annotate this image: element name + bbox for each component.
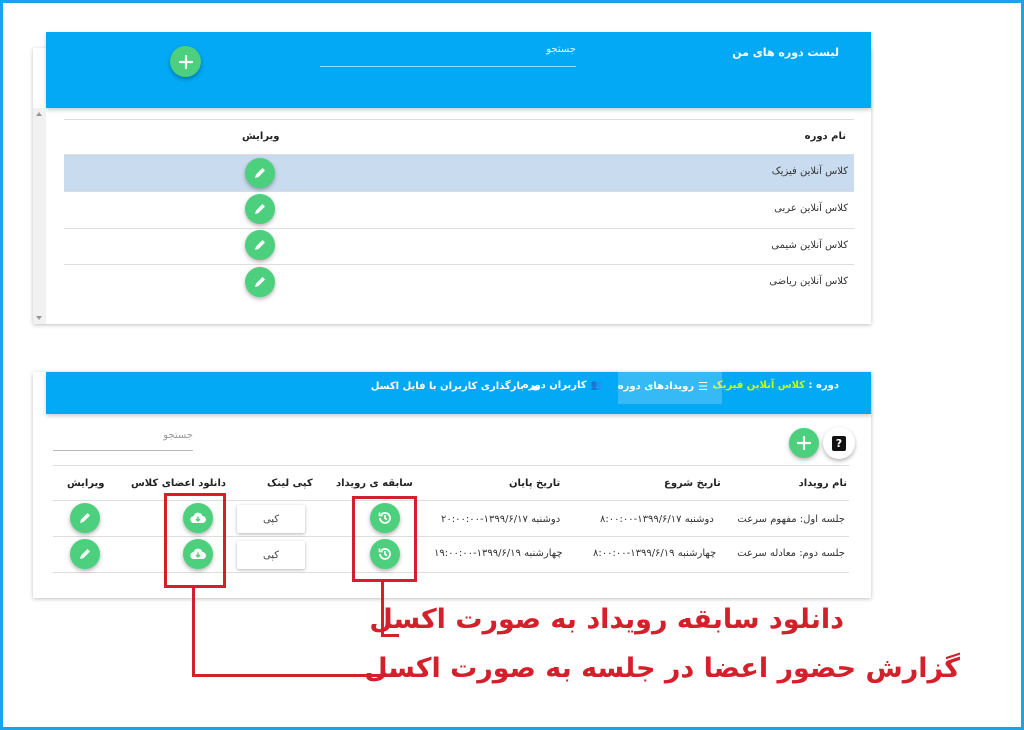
- people-icon: 👥: [590, 380, 603, 391]
- courses-panel: لیست دوره های من جستجو نام دوره ویرایش ک…: [33, 32, 871, 324]
- events-col-edit: ویرایش: [67, 478, 105, 489]
- event-name: جلسه اول: مفهوم سرعت: [737, 514, 845, 525]
- history-highlight-box: [352, 496, 417, 582]
- add-course-button[interactable]: [170, 46, 201, 77]
- edit-course-button[interactable]: [245, 158, 275, 188]
- course-row[interactable]: کلاس آنلاین شیمی: [64, 229, 854, 264]
- plus-icon: [178, 54, 193, 69]
- help-icon: ?: [832, 435, 846, 451]
- events-header-bar: دوره : کلاس آنلاین فیزیک ☰ رویدادهای دور…: [46, 368, 871, 414]
- add-event-button[interactable]: [789, 428, 819, 458]
- events-col-name: نام رویداد: [798, 478, 847, 489]
- course-label: دوره :: [808, 380, 840, 391]
- pencil-icon: [80, 513, 90, 523]
- events-col-end: تاریخ پایان: [509, 478, 561, 489]
- help-button[interactable]: ?: [823, 427, 855, 459]
- event-name: جلسه دوم: معادله سرعت: [737, 548, 845, 559]
- events-col-copy-link: کپی لینک: [267, 478, 313, 489]
- course-row[interactable]: کلاس آنلاین فیزیک: [64, 155, 854, 191]
- events-col-history: سابقه ی رویداد: [336, 478, 413, 489]
- cloud-icon: ☁: [528, 380, 539, 393]
- course-row[interactable]: کلاس آنلاین عربی: [64, 192, 854, 228]
- edit-course-button[interactable]: [245, 267, 275, 297]
- course-name: کلاس آنلاین فیزیک: [771, 166, 848, 177]
- download-highlight-box: [164, 493, 226, 588]
- course-indicator: دوره : کلاس آنلاین فیزیک: [712, 380, 839, 391]
- edit-event-button[interactable]: [70, 503, 100, 533]
- course-name: کلاس آنلاین شیمی: [771, 240, 848, 251]
- list-icon: ☰: [698, 380, 708, 393]
- courses-col-edit: ویرایش: [242, 131, 280, 142]
- course-row[interactable]: کلاس آنلاین ریاضی: [64, 265, 854, 301]
- event-end: چهارشنبه ۱۳۹۹/۶/۱۹-۱۹:۰۰:۰۰: [434, 548, 563, 559]
- pencil-icon: [255, 277, 265, 287]
- courses-col-name: نام دوره: [804, 131, 846, 142]
- event-end: دوشنبه ۱۳۹۹/۶/۱۷-۲۰:۰۰:۰۰: [441, 514, 561, 525]
- events-col-start: تاریخ شروع: [664, 478, 721, 489]
- copy-link-button[interactable]: کپی: [237, 505, 305, 533]
- history-annotation: دانلود سابقه رویداد به صورت اکسل: [369, 604, 844, 635]
- courses-header-bar: لیست دوره های من جستجو: [46, 32, 871, 108]
- pencil-icon: [255, 168, 265, 178]
- plus-icon: [797, 436, 811, 450]
- copy-link-button[interactable]: کپی: [237, 541, 305, 569]
- course-name: کلاس آنلاین ریاضی: [769, 276, 848, 287]
- tab-upload-users-excel[interactable]: ☁ بارگذاری کاربران با فایل اکسل: [371, 380, 539, 393]
- events-col-download: دانلود اعضای کلاس: [131, 478, 226, 489]
- edit-course-button[interactable]: [245, 194, 275, 224]
- events-panel: دوره : کلاس آنلاین فیزیک ☰ رویدادهای دور…: [33, 368, 871, 598]
- attendance-callout-line-v: [192, 588, 195, 677]
- courses-scrollbar[interactable]: [33, 108, 46, 324]
- edit-event-button[interactable]: [70, 539, 100, 569]
- pencil-icon: [255, 240, 265, 250]
- events-search-input[interactable]: جستجو: [53, 428, 193, 451]
- pencil-icon: [80, 549, 90, 559]
- tab-course-events[interactable]: ☰ رویدادهای دوره: [618, 368, 722, 404]
- event-start: دوشنبه ۱۳۹۹/۶/۱۷-۸:۰۰:۰۰: [600, 514, 714, 525]
- event-start: چهارشنبه ۱۳۹۹/۶/۱۹-۸:۰۰:۰۰: [593, 548, 717, 559]
- attendance-annotation: گزارش حضور اعضا در جلسه به صورت اکسل: [364, 653, 960, 684]
- scroll-down-icon[interactable]: [36, 316, 42, 320]
- courses-title: لیست دوره های من: [732, 46, 839, 59]
- course-name-highlight: کلاس آنلاین فیزیک: [712, 380, 806, 391]
- pencil-icon: [255, 204, 265, 214]
- scroll-up-icon[interactable]: [36, 112, 42, 116]
- edit-course-button[interactable]: [245, 230, 275, 260]
- courses-search-input[interactable]: جستجو: [320, 42, 576, 67]
- course-name: کلاس آنلاین عربی: [774, 203, 848, 214]
